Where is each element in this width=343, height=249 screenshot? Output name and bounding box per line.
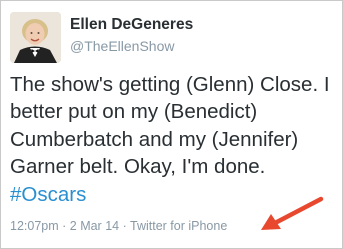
tweet-line-4: Garner belt. Okay, I'm done. [10, 155, 266, 179]
tweet-line-1: The show's getting (Glenn) Close. I [10, 73, 330, 96]
author-name[interactable]: Ellen DeGeneres [70, 16, 193, 34]
arrow-pointing-left-icon [261, 196, 324, 230]
tweet-timestamp[interactable]: 12:07pm [10, 219, 59, 233]
tweet-metadata: 12:07pm · 2 Mar 14 · Twitter for iPhone [10, 219, 227, 233]
meta-separator: · [119, 219, 130, 233]
tweet-line-2: better put on my (Benedict) [10, 100, 258, 124]
author-handle[interactable]: @TheEllenShow [70, 38, 175, 54]
avatar-photo-icon [10, 12, 61, 63]
avatar[interactable] [10, 12, 61, 63]
tweet-line-3: Cumberbatch and my (Jennifer) [10, 127, 299, 151]
meta-separator: · [58, 219, 70, 233]
tweet-source[interactable]: Twitter for iPhone [130, 219, 227, 233]
tweet-card: Ellen DeGeneres @TheEllenShow The show's… [0, 0, 343, 249]
tweet-date[interactable]: 2 Mar 14 [70, 219, 119, 233]
tweet-text: The show's getting (Glenn) Close. I bett… [10, 71, 343, 208]
